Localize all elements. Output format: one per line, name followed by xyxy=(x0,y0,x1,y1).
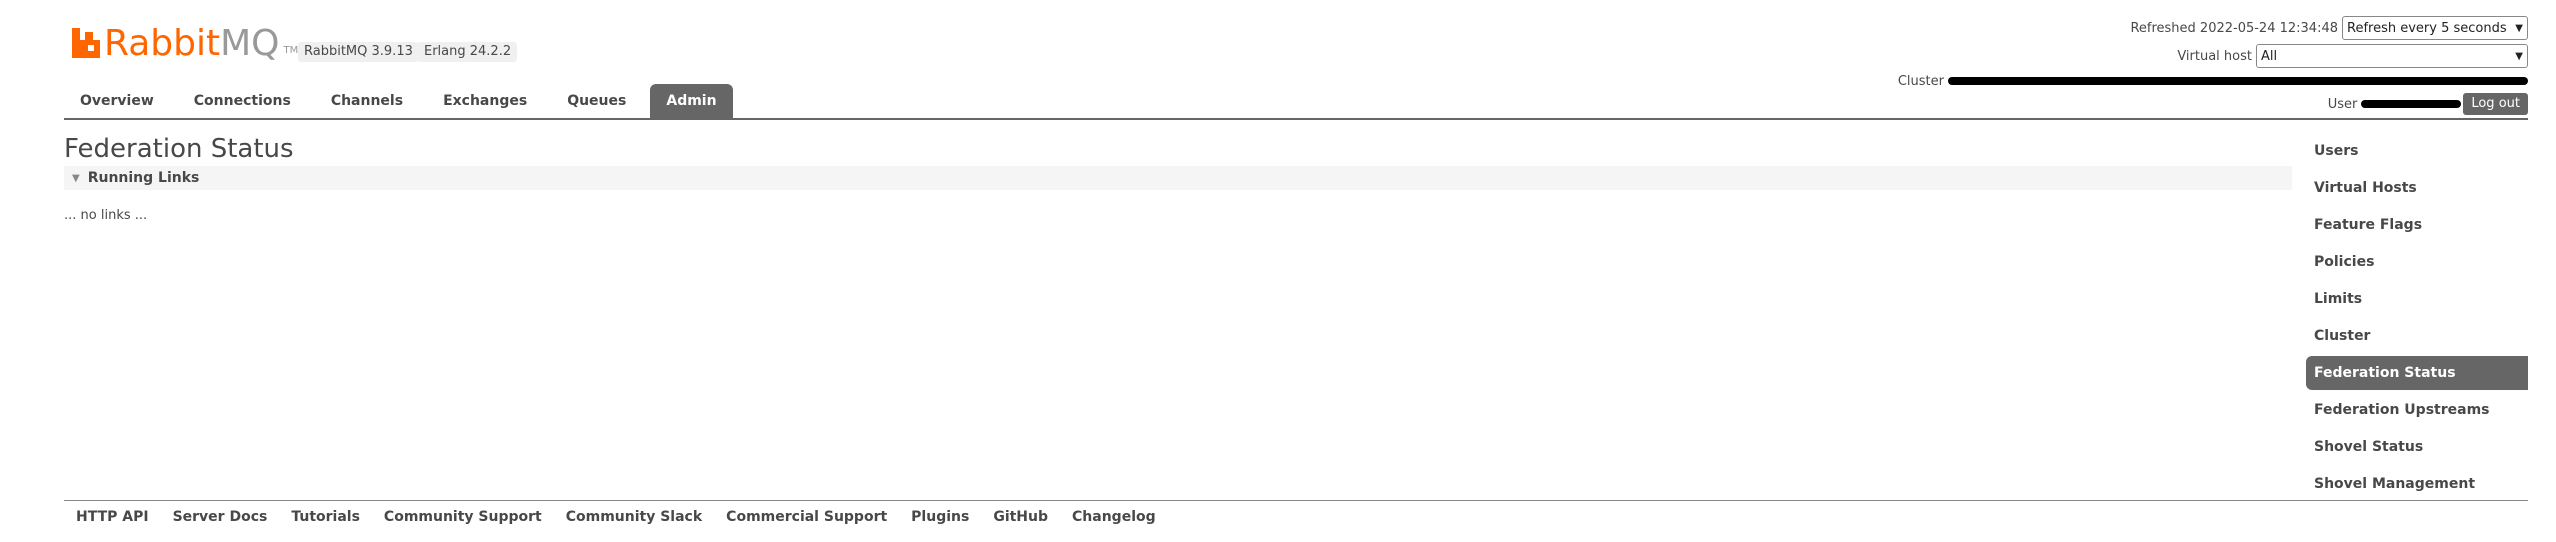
chevron-down-icon: ▼ xyxy=(2515,50,2523,62)
footer-link-changelog[interactable]: Changelog xyxy=(1060,504,1168,530)
tab-exchanges[interactable]: Exchanges xyxy=(427,84,543,118)
footer-link-commercial-support[interactable]: Commercial Support xyxy=(714,504,899,530)
collapse-triangle-icon: ▼ xyxy=(72,172,80,184)
empty-state-text: ... no links ... xyxy=(64,208,148,223)
footer-link-github[interactable]: GitHub xyxy=(981,504,1060,530)
tab-channels[interactable]: Channels xyxy=(315,84,419,118)
tab-admin[interactable]: Admin xyxy=(650,84,733,118)
cluster-label: Cluster xyxy=(1897,73,1944,89)
running-links-section-toggle[interactable]: ▼ Running Links xyxy=(64,166,2292,190)
footer-divider xyxy=(64,500,2528,501)
rabbitmq-logo-icon xyxy=(72,28,100,58)
logout-button[interactable]: Log out xyxy=(2463,93,2528,115)
sidebar-item-cluster[interactable]: Cluster xyxy=(2306,319,2528,353)
footer-link-tutorials[interactable]: Tutorials xyxy=(279,504,372,530)
logo-text: RabbitMQ xyxy=(104,23,280,64)
section-title: Running Links xyxy=(87,170,200,186)
refresh-interval-value: Refresh every 5 seconds xyxy=(2347,20,2507,36)
vhost-label: Virtual host xyxy=(2177,48,2252,64)
vhost-select[interactable]: All ▼ xyxy=(2256,44,2528,68)
sidebar-item-shovel-status[interactable]: Shovel Status xyxy=(2306,430,2528,464)
vhost-value: All xyxy=(2261,48,2278,64)
footer-links: HTTP API Server Docs Tutorials Community… xyxy=(64,504,1168,530)
header-controls: Refreshed 2022-05-24 12:34:48 Refresh ev… xyxy=(1898,14,2528,116)
rabbitmq-version-badge: RabbitMQ 3.9.13 xyxy=(298,42,419,62)
user-label: User xyxy=(2327,96,2358,112)
tab-connections[interactable]: Connections xyxy=(178,84,307,118)
footer-link-community-support[interactable]: Community Support xyxy=(372,504,554,530)
sidebar-item-shovel-management[interactable]: Shovel Management xyxy=(2306,467,2528,501)
sidebar-item-limits[interactable]: Limits xyxy=(2306,282,2528,316)
sidebar-item-virtual-hosts[interactable]: Virtual Hosts xyxy=(2306,171,2528,205)
sidebar-item-users[interactable]: Users xyxy=(2306,134,2528,168)
refresh-interval-select[interactable]: Refresh every 5 seconds ▼ xyxy=(2342,16,2528,40)
sidebar-item-policies[interactable]: Policies xyxy=(2306,245,2528,279)
rabbitmq-logo[interactable]: RabbitMQ TM xyxy=(72,24,298,64)
admin-sidebar: Users Virtual Hosts Feature Flags Polici… xyxy=(2306,134,2528,504)
chevron-down-icon: ▼ xyxy=(2515,22,2523,34)
header-divider xyxy=(64,118,2528,120)
redacted-username xyxy=(2361,100,2462,108)
main-nav-tabs: Overview Connections Channels Exchanges … xyxy=(64,84,741,118)
sidebar-item-federation-upstreams[interactable]: Federation Upstreams xyxy=(2306,393,2528,427)
footer-link-plugins[interactable]: Plugins xyxy=(899,504,981,530)
erlang-version-badge: Erlang 24.2.2 xyxy=(418,42,518,62)
redacted-cluster-name xyxy=(1948,77,2528,85)
logo-trademark: TM xyxy=(283,45,299,56)
footer-link-server-docs[interactable]: Server Docs xyxy=(161,504,280,530)
footer-link-http-api[interactable]: HTTP API xyxy=(64,504,161,530)
refreshed-timestamp: Refreshed 2022-05-24 12:34:48 xyxy=(2130,20,2338,36)
footer-link-community-slack[interactable]: Community Slack xyxy=(554,504,714,530)
tab-queues[interactable]: Queues xyxy=(551,84,642,118)
sidebar-item-feature-flags[interactable]: Feature Flags xyxy=(2306,208,2528,242)
sidebar-item-federation-status[interactable]: Federation Status xyxy=(2306,356,2528,390)
page-title: Federation Status xyxy=(64,134,294,164)
tab-overview[interactable]: Overview xyxy=(64,84,170,118)
